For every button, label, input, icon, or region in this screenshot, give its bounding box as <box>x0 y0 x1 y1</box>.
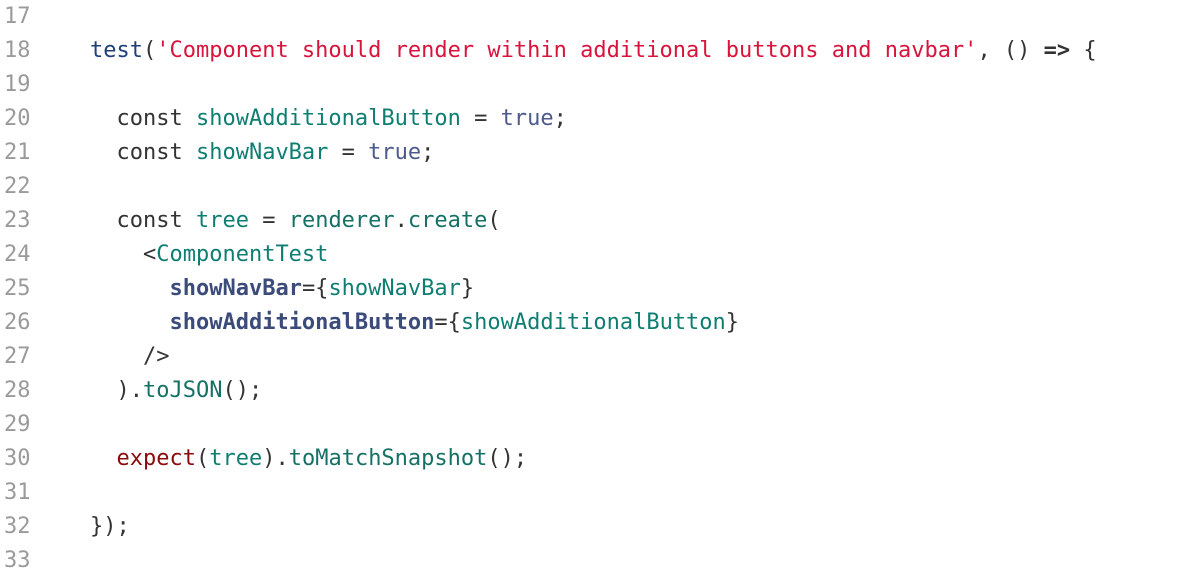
code-token: showAdditionalButton <box>460 310 726 335</box>
code-line[interactable]: 22 <box>0 170 1201 204</box>
line-number: 30 <box>4 446 31 471</box>
line-number: 28 <box>4 378 31 403</box>
line-number: 23 <box>4 208 31 233</box>
code-text: }); <box>90 510 130 544</box>
code-editor[interactable]: 17 18 test('Component should render within… <box>0 0 1201 583</box>
code-token: const <box>90 208 196 233</box>
code-token: ; <box>421 140 435 165</box>
code-token: ). <box>262 446 289 471</box>
code-token: ; <box>553 106 567 131</box>
code-token: < <box>90 242 157 267</box>
code-token: true <box>368 140 422 165</box>
code-line[interactable]: 26 showAdditionalButton={showAdditionalB… <box>0 306 1201 340</box>
code-token: expect <box>116 446 196 471</box>
code-token: ( <box>195 446 210 471</box>
line-number: 24 <box>4 242 31 267</box>
code-text: showNavBar={showNavBar} <box>90 272 474 306</box>
code-token: toJSON <box>142 378 223 403</box>
code-token: ={ <box>434 310 461 335</box>
code-text: ).toJSON(); <box>90 374 262 408</box>
code-line[interactable]: 18 test('Component should render within a… <box>0 34 1201 68</box>
code-token: } <box>725 310 740 335</box>
code-token: ={ <box>301 276 329 301</box>
line-number: 29 <box>4 412 31 437</box>
code-line[interactable]: 27 /> <box>0 340 1201 374</box>
code-line[interactable]: 21 const showNavBar = true; <box>0 136 1201 170</box>
code-line[interactable]: 31 <box>0 476 1201 510</box>
code-token: , () <box>977 38 1044 63</box>
code-token: showAdditionalButton <box>195 106 461 131</box>
code-text: /> <box>90 340 170 374</box>
code-token: (); <box>487 446 528 471</box>
code-token: = <box>248 208 289 233</box>
code-token: } <box>460 276 475 301</box>
line-number: 32 <box>4 514 31 539</box>
code-text: expect(tree).toMatchSnapshot(); <box>90 442 528 476</box>
code-token: /> <box>90 344 170 369</box>
code-token: = <box>328 140 369 165</box>
code-token: ComponentTest <box>156 242 329 267</box>
code-token: = <box>460 106 501 131</box>
code-token: showNavBar <box>195 140 329 165</box>
code-line[interactable]: 30 expect(tree).toMatchSnapshot(); <box>0 442 1201 476</box>
line-number: 17 <box>4 4 31 29</box>
code-line[interactable]: 33 <box>0 544 1201 578</box>
code-token: const <box>90 106 196 131</box>
code-token: tree <box>195 208 249 233</box>
code-line[interactable]: 19 <box>0 68 1201 102</box>
code-line[interactable]: 23 const tree = renderer.create( <box>0 204 1201 238</box>
code-token: }); <box>90 514 130 539</box>
code-text: showAdditionalButton={showAdditionalButt… <box>90 306 739 340</box>
code-text: const showNavBar = true; <box>90 136 434 170</box>
code-line[interactable]: 20 const showAdditionalButton = true; <box>0 102 1201 136</box>
line-number: 21 <box>4 140 31 165</box>
code-token: showNavBar <box>169 276 302 301</box>
code-line[interactable]: 28 ).toJSON(); <box>0 374 1201 408</box>
line-number: 31 <box>4 480 31 505</box>
line-number: 25 <box>4 276 31 301</box>
code-text: test('Component should render within add… <box>90 34 1097 68</box>
code-line[interactable]: 17 <box>0 0 1201 34</box>
code-token: toMatchSnapshot <box>288 446 488 471</box>
code-token: . <box>394 208 408 233</box>
code-line[interactable]: 29 <box>0 408 1201 442</box>
code-line[interactable]: 32}); <box>0 510 1201 544</box>
code-token: tree <box>209 446 263 471</box>
code-token: true <box>500 106 554 131</box>
code-token: => <box>1043 38 1071 63</box>
line-number: 33 <box>4 548 31 573</box>
code-line[interactable]: 25 showNavBar={showNavBar} <box>0 272 1201 306</box>
code-token: renderer <box>288 208 395 233</box>
code-text: const showAdditionalButton = true; <box>90 102 567 136</box>
code-token: ( <box>487 208 501 233</box>
code-token: showAdditionalButton <box>169 310 435 335</box>
line-number: 20 <box>4 106 31 131</box>
code-line[interactable]: 24 <ComponentTest <box>0 238 1201 272</box>
code-token: ). <box>90 378 143 403</box>
code-token: create <box>407 208 488 233</box>
code-token: showNavBar <box>328 276 461 301</box>
code-token: 'Component should render within addition… <box>156 38 978 63</box>
line-number: 26 <box>4 310 31 335</box>
line-number: 19 <box>4 72 31 97</box>
code-token: const <box>90 140 196 165</box>
code-text: <ComponentTest <box>90 238 328 272</box>
code-token: test <box>90 38 143 63</box>
code-token: { <box>1070 38 1097 63</box>
code-text: const tree = renderer.create( <box>90 204 501 238</box>
line-number: 27 <box>4 344 31 369</box>
code-token: ( <box>142 38 157 63</box>
line-number: 18 <box>4 38 31 63</box>
code-token: (); <box>222 378 263 403</box>
line-number: 22 <box>4 174 31 199</box>
